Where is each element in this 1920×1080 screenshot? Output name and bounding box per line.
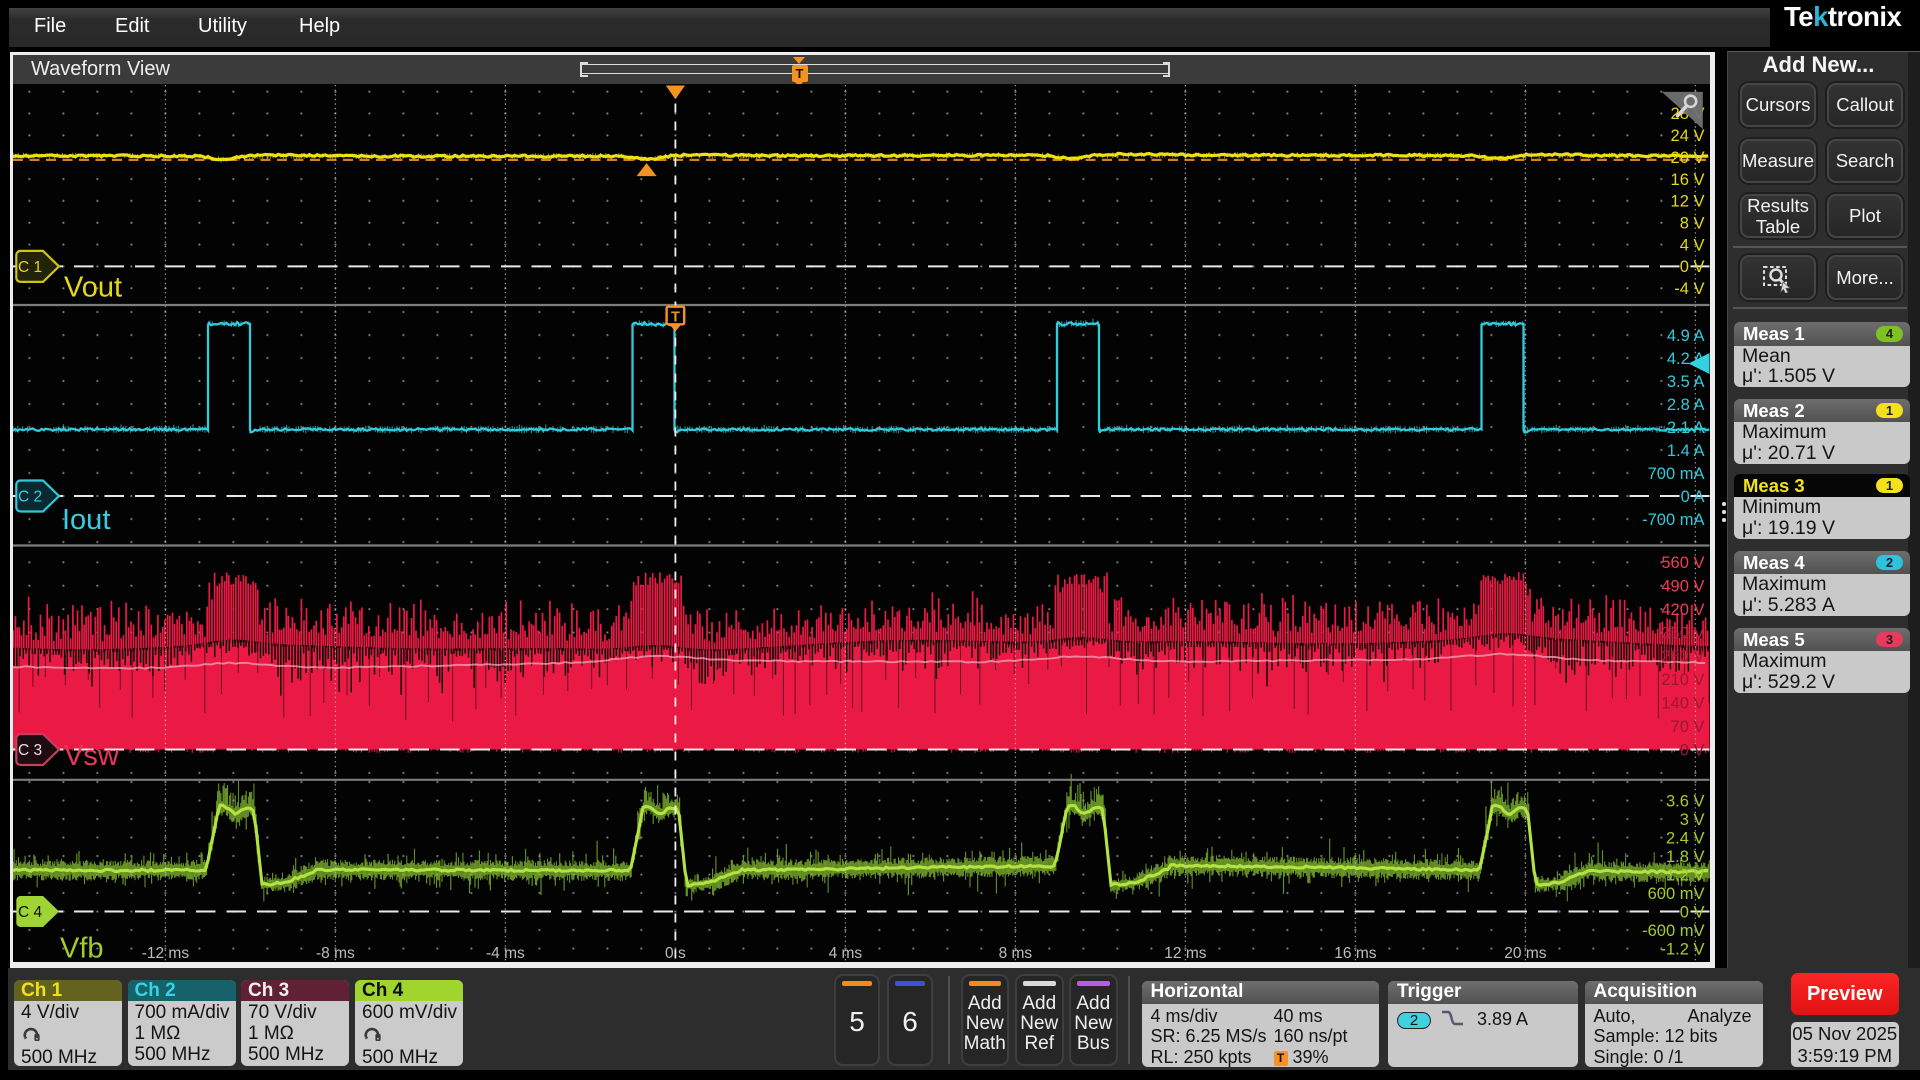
svg-text:3 V: 3 V <box>1680 811 1705 829</box>
svg-text:4 ms: 4 ms <box>829 945 863 962</box>
svg-text:4.9 A: 4.9 A <box>1667 327 1705 345</box>
svg-text:700 mA: 700 mA <box>1648 465 1705 483</box>
svg-text:16 V: 16 V <box>1671 171 1705 189</box>
svg-text:2.4 V: 2.4 V <box>1666 829 1705 847</box>
svg-text:4 V: 4 V <box>1680 236 1705 254</box>
svg-text:1.4 A: 1.4 A <box>1667 442 1705 460</box>
svg-text:C 3: C 3 <box>18 742 42 759</box>
svg-text:3.5 A: 3.5 A <box>1667 373 1705 391</box>
svg-text:2.8 A: 2.8 A <box>1667 396 1705 414</box>
svg-text:-600 mV: -600 mV <box>1642 922 1704 940</box>
svg-text:20 ms: 20 ms <box>1504 945 1546 962</box>
svg-text:Vout: Vout <box>64 272 122 304</box>
svg-text:Vfb: Vfb <box>60 933 104 963</box>
svg-text:8 ms: 8 ms <box>999 945 1033 962</box>
svg-text:210 V: 210 V <box>1661 671 1704 689</box>
svg-text:12 ms: 12 ms <box>1164 945 1206 962</box>
svg-text:490 V: 490 V <box>1661 578 1704 596</box>
svg-text:280 V: 280 V <box>1661 648 1704 666</box>
svg-text:0 A: 0 A <box>1681 488 1705 506</box>
svg-text:Iout: Iout <box>62 504 110 536</box>
svg-text:20 V: 20 V <box>1671 149 1705 167</box>
svg-text:-1.2 V: -1.2 V <box>1660 940 1704 958</box>
svg-text:8 V: 8 V <box>1680 215 1705 233</box>
svg-text:3.6 V: 3.6 V <box>1666 792 1705 810</box>
svg-text:12 V: 12 V <box>1671 193 1705 211</box>
svg-text:-4 ms: -4 ms <box>486 945 525 962</box>
svg-text:140 V: 140 V <box>1661 695 1704 713</box>
svg-text:0 s: 0 s <box>665 945 686 962</box>
svg-text:350 V: 350 V <box>1661 624 1704 642</box>
svg-text:C 1: C 1 <box>18 259 42 276</box>
svg-text:-700 mA: -700 mA <box>1642 511 1704 529</box>
svg-text:2.1 A: 2.1 A <box>1667 419 1705 437</box>
svg-text:560 V: 560 V <box>1661 554 1704 572</box>
svg-text:-8 ms: -8 ms <box>316 945 355 962</box>
svg-text:16 ms: 16 ms <box>1334 945 1376 962</box>
svg-text:600 mV: 600 mV <box>1648 885 1705 903</box>
svg-text:1.2 V: 1.2 V <box>1666 866 1705 884</box>
svg-text:24 V: 24 V <box>1671 127 1705 145</box>
svg-text:T: T <box>671 309 680 325</box>
svg-text:0 V: 0 V <box>1680 903 1705 921</box>
svg-text:Vsw: Vsw <box>64 740 120 772</box>
svg-text:0 V: 0 V <box>1680 741 1705 759</box>
svg-text:C 4: C 4 <box>18 904 43 921</box>
svg-text:-12 ms: -12 ms <box>142 945 190 962</box>
svg-text:70 V: 70 V <box>1671 718 1705 736</box>
svg-text:420 V: 420 V <box>1661 601 1704 619</box>
svg-text:1.8 V: 1.8 V <box>1666 848 1705 866</box>
svg-text:0 V: 0 V <box>1680 258 1705 276</box>
svg-text:C 2: C 2 <box>18 489 42 506</box>
svg-text:-4 V: -4 V <box>1674 280 1704 298</box>
